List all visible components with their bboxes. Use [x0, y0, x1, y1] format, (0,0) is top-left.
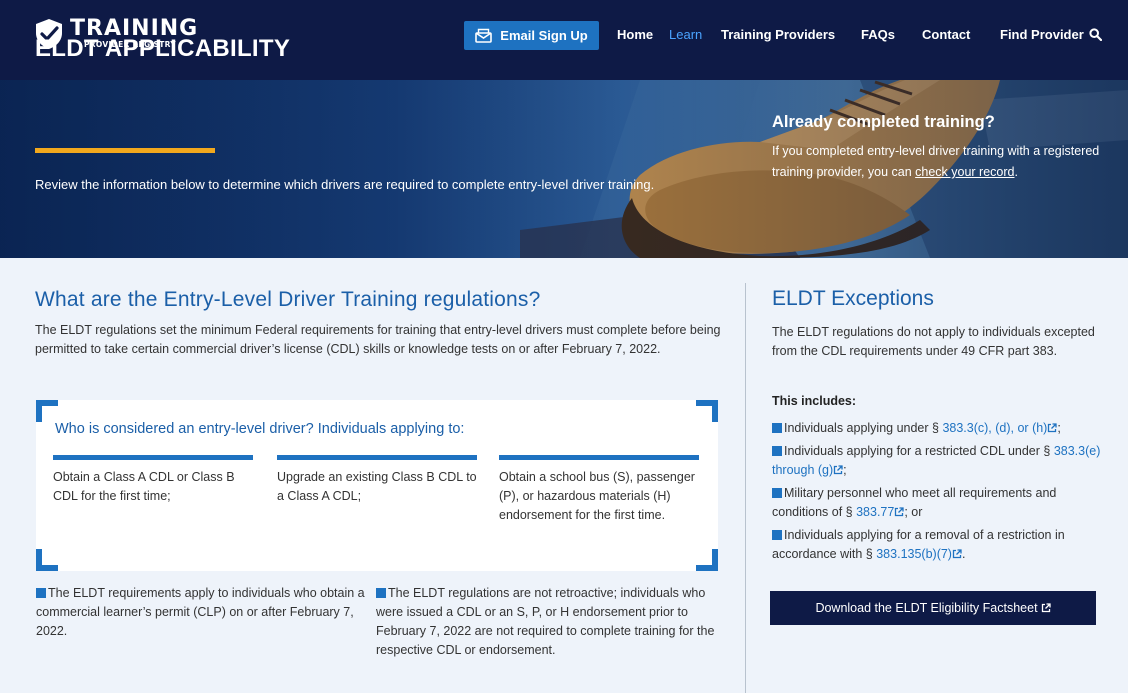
hero-description: Review the information below to determin…	[35, 177, 655, 192]
bullet-marker	[36, 588, 46, 598]
bullet-marker	[772, 446, 782, 456]
search-icon	[1089, 28, 1102, 41]
bullet-marker	[772, 530, 782, 540]
entry-level-driver-callout: Who is considered an entry-level driver?…	[36, 400, 718, 571]
nav-home[interactable]: Home	[617, 27, 653, 42]
find-provider-label: Find Provider	[1000, 27, 1084, 42]
bullet-marker	[772, 423, 782, 433]
download-factsheet-label: Download the ELDT Eligibility Factsheet	[815, 601, 1038, 615]
exception-item: Individuals applying for a removal of a …	[772, 528, 1065, 561]
email-signup-label: Email Sign Up	[500, 28, 588, 43]
exceptions-intro: The ELDT regulations do not apply to ind…	[772, 325, 1095, 358]
exception-item: Individuals applying for a restricted CD…	[772, 444, 1101, 477]
email-signup-button[interactable]: Email Sign Up	[464, 21, 599, 50]
exception-item: Military personnel who meet all requirem…	[772, 486, 1057, 519]
completed-training-heading: Already completed training?	[772, 113, 995, 131]
requirement-bullet: The ELDT regulations are not retroactive…	[376, 586, 715, 657]
requirement-bullet: The ELDT requirements apply to individua…	[36, 586, 365, 638]
nav-training-providers[interactable]: Training Providers	[721, 27, 835, 42]
external-link-icon	[952, 549, 962, 559]
callout-item: Obtain a school bus (S), passenger (P), …	[499, 455, 699, 525]
hero-title: ELDT APPLICABILITY	[35, 35, 291, 62]
external-link-icon	[834, 465, 843, 475]
bullet-marker	[376, 588, 386, 598]
regulation-link[interactable]: 383.77	[856, 505, 894, 519]
column-divider	[745, 283, 746, 693]
nav-find-provider[interactable]: Find Provider	[1000, 27, 1102, 42]
nav-learn[interactable]: Learn	[669, 27, 702, 42]
nav-faqs[interactable]: FAQs	[861, 27, 895, 42]
external-link-icon	[895, 507, 904, 517]
regulations-heading: What are the Entry-Level Driver Training…	[35, 288, 541, 311]
external-link-icon	[1048, 423, 1057, 433]
exceptions-heading: ELDT Exceptions	[772, 287, 934, 310]
callout-title: Who is considered an entry-level driver?…	[55, 421, 465, 437]
hero-title-underline	[35, 148, 215, 153]
envelope-icon	[475, 28, 493, 43]
nav-contact[interactable]: Contact	[922, 27, 970, 42]
exception-item: Individuals applying under § 383.3(c), (…	[772, 419, 1112, 438]
check-record-link[interactable]: check your record	[915, 165, 1014, 179]
bullet-marker	[772, 488, 782, 498]
callout-item: Obtain a Class A CDL or Class B CDL for …	[53, 455, 253, 506]
regulation-link[interactable]: 383.135(b)(7)	[876, 547, 952, 561]
callout-item: Upgrade an existing Class B CDL to a Cla…	[277, 455, 477, 506]
regulation-link[interactable]: 383.3(c), (d), or (h)	[942, 421, 1047, 435]
external-link-icon	[1041, 603, 1051, 613]
exceptions-list: Individuals applying under § 383.3(c), (…	[772, 419, 1112, 568]
exceptions-includes-label: This includes:	[772, 394, 857, 408]
completed-training-text: If you completed entry-level driver trai…	[772, 144, 1100, 179]
regulations-intro: The ELDT regulations set the minimum Fed…	[35, 323, 721, 356]
download-factsheet-button[interactable]: Download the ELDT Eligibility Factsheet	[770, 591, 1096, 625]
